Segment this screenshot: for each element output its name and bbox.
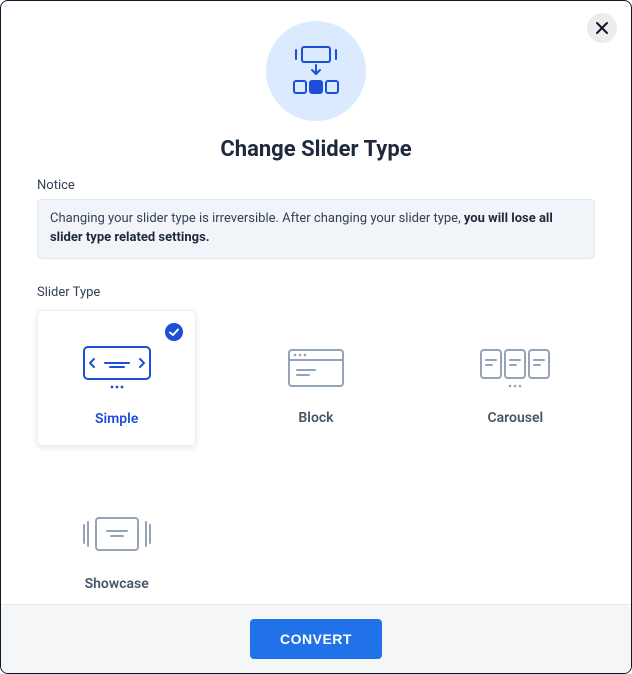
option-block[interactable]: Block [236, 310, 395, 446]
modal-hero: Change Slider Type [37, 21, 595, 162]
option-simple[interactable]: Simple [37, 310, 196, 446]
notice-label: Notice [37, 178, 595, 193]
close-icon [595, 21, 609, 35]
showcase-slider-icon [82, 510, 152, 558]
option-label: Simple [95, 411, 138, 427]
selected-check-icon [165, 323, 183, 341]
slider-type-label: Slider Type [37, 285, 595, 300]
modal-title: Change Slider Type [220, 137, 411, 162]
option-showcase[interactable]: Showcase [37, 476, 196, 604]
convert-button[interactable]: CONVERT [250, 619, 382, 659]
notice-text: Changing your slider type is irreversibl… [50, 211, 464, 226]
slider-type-options: Simple [37, 310, 595, 604]
option-label: Showcase [85, 576, 149, 592]
slider-change-icon [286, 43, 346, 99]
carousel-slider-icon [477, 344, 553, 392]
modal-footer: CONVERT [1, 604, 631, 673]
modal-content: Change Slider Type Notice Changing your … [1, 1, 631, 604]
notice-box: Changing your slider type is irreversibl… [37, 199, 595, 259]
simple-slider-icon [82, 345, 152, 393]
option-label: Block [298, 410, 333, 426]
hero-icon-bg [266, 21, 366, 121]
block-slider-icon [287, 344, 345, 392]
close-button[interactable] [587, 13, 617, 43]
change-slider-type-modal: Change Slider Type Notice Changing your … [0, 0, 632, 674]
option-label: Carousel [488, 410, 544, 426]
option-carousel[interactable]: Carousel [436, 310, 595, 446]
